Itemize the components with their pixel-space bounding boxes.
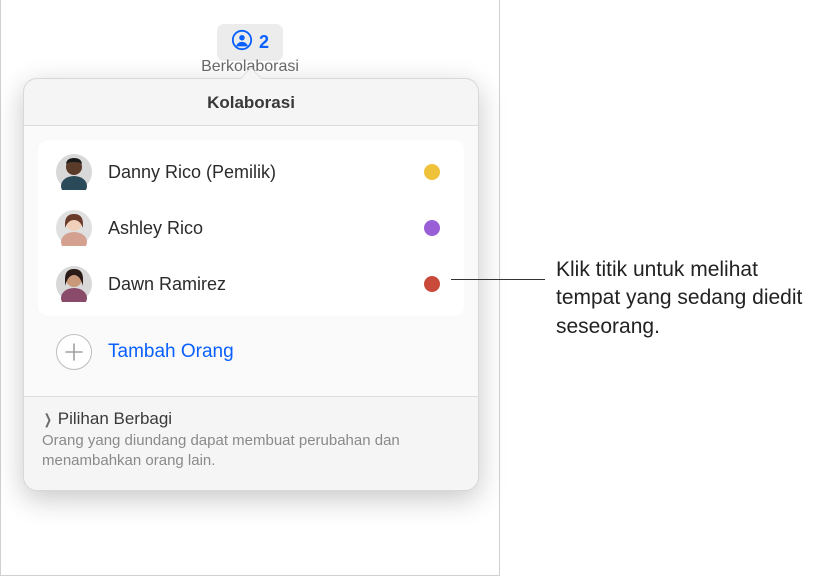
presence-dot[interactable] xyxy=(424,164,440,180)
share-options-title: Pilihan Berbagi xyxy=(58,409,172,429)
share-options-subtitle: Orang yang diundang dapat membuat peruba… xyxy=(42,431,460,472)
avatar xyxy=(56,266,92,302)
add-people-row[interactable]: Tambah Orang xyxy=(38,316,464,386)
popover-arrow xyxy=(240,68,262,80)
participant-row[interactable]: Dawn Ramirez xyxy=(38,256,464,312)
add-people-label[interactable]: Tambah Orang xyxy=(108,341,234,363)
participant-name: Dawn Ramirez xyxy=(108,274,408,295)
avatar xyxy=(56,154,92,190)
participant-name: Ashley Rico xyxy=(108,218,408,239)
collaboration-popover: Kolaborasi Danny Rico (Pemilik) xyxy=(23,78,479,491)
collaborator-count: 2 xyxy=(259,32,269,53)
share-options[interactable]: ❯ Pilihan Berbagi Orang yang diundang da… xyxy=(24,396,478,490)
add-icon[interactable] xyxy=(56,334,92,370)
callout-text: Klik titik untuk melihat tempat yang sed… xyxy=(556,256,804,341)
avatar xyxy=(56,210,92,246)
participant-row[interactable]: Danny Rico (Pemilik) xyxy=(38,144,464,200)
collaborate-icon xyxy=(231,29,253,56)
popover-title: Kolaborasi xyxy=(24,79,478,126)
popover-body: Danny Rico (Pemilik) Ashley Rico xyxy=(24,126,478,396)
collaborate-toolbar-button[interactable]: 2 xyxy=(217,24,283,61)
participant-row[interactable]: Ashley Rico xyxy=(38,200,464,256)
share-options-header[interactable]: ❯ Pilihan Berbagi xyxy=(42,409,460,429)
chevron-right-icon: ❯ xyxy=(44,411,52,428)
app-window: 2 Berkolaborasi Kolaborasi Danny Rico (P… xyxy=(0,0,500,576)
participant-list: Danny Rico (Pemilik) Ashley Rico xyxy=(38,140,464,316)
presence-dot[interactable] xyxy=(424,220,440,236)
participant-name: Danny Rico (Pemilik) xyxy=(108,162,408,183)
presence-dot[interactable] xyxy=(424,276,440,292)
callout-line xyxy=(451,279,545,280)
